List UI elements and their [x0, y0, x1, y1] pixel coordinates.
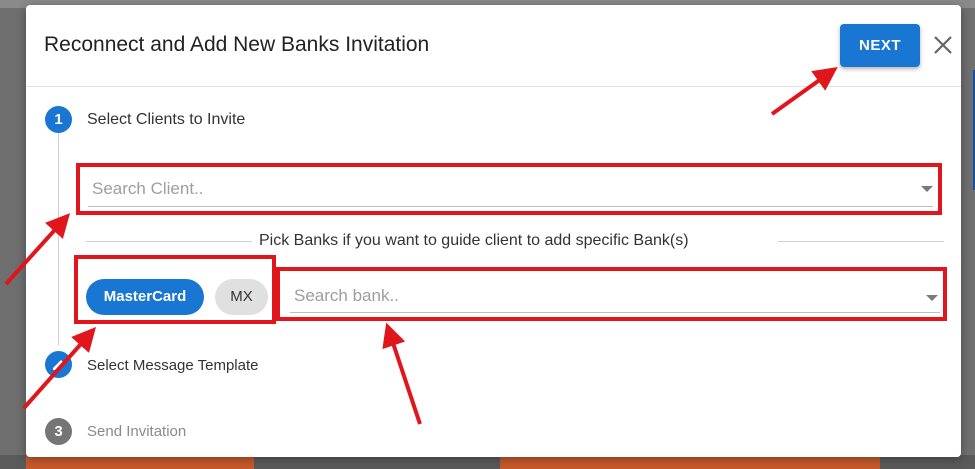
hint-divider-right — [778, 241, 944, 242]
bank-search-input[interactable] — [290, 279, 940, 313]
bank-chips-highlight: MasterCard MX — [74, 255, 276, 324]
background-tab — [500, 455, 880, 469]
stepper-connector — [58, 130, 59, 345]
background-app-strip-bottom — [0, 455, 975, 469]
step-3-badge: 3 — [45, 418, 72, 445]
bank-search-highlight — [276, 267, 947, 321]
invitation-dialog: Reconnect and Add New Banks Invitation N… — [26, 5, 961, 457]
chevron-down-icon[interactable] — [921, 186, 933, 192]
step-2-label: Select Message Template — [87, 357, 259, 374]
edit-icon — [53, 360, 63, 370]
header-divider — [26, 86, 961, 87]
client-search-input[interactable] — [88, 171, 933, 207]
pick-banks-hint: Pick Banks if you want to guide client t… — [259, 232, 689, 249]
background-tab — [26, 455, 254, 469]
bank-chip-mastercard[interactable]: MasterCard — [86, 279, 204, 315]
close-icon[interactable] — [932, 34, 954, 56]
hint-divider-left — [86, 241, 252, 242]
step-1-badge: 1 — [45, 106, 72, 133]
next-button[interactable]: NEXT — [840, 24, 920, 67]
bank-chip-mx[interactable]: MX — [215, 279, 268, 315]
client-search-highlight — [76, 163, 942, 215]
chevron-down-icon[interactable] — [926, 295, 938, 301]
step-3-label: Send Invitation — [87, 423, 187, 440]
step-2-badge — [45, 351, 72, 378]
step-1-label: Select Clients to Invite — [87, 111, 246, 128]
dialog-title: Reconnect and Add New Banks Invitation — [44, 33, 430, 56]
